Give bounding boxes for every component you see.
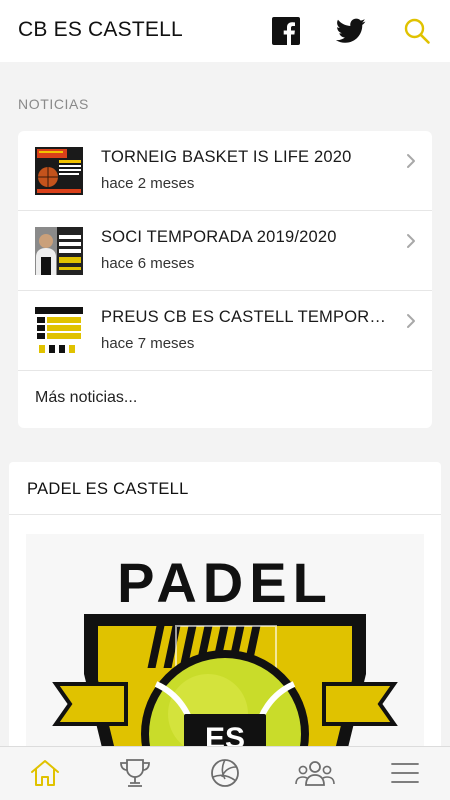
team-icon[interactable] <box>295 755 335 791</box>
padel-logo-text: PADEL <box>117 551 333 614</box>
news-thumbnail <box>35 307 83 355</box>
news-date: hace 2 meses <box>101 175 195 192</box>
news-item[interactable]: TORNEIG BASKET IS LIFE 2020 hace 2 meses <box>18 131 432 211</box>
trophy-icon[interactable] <box>115 755 155 791</box>
news-thumbnail <box>35 147 83 195</box>
news-date: hace 7 meses <box>101 335 195 352</box>
bottom-tab-bar <box>0 746 450 800</box>
menu-icon[interactable] <box>385 755 425 791</box>
news-thumbnail <box>35 227 83 275</box>
app-title: CB ES CASTELL <box>18 18 183 41</box>
facebook-icon[interactable] <box>271 16 301 46</box>
news-item[interactable]: PREUS CB ES CASTELL TEMPORADA 2019/2020 … <box>18 291 432 371</box>
volleyball-icon[interactable] <box>205 755 245 791</box>
divider <box>9 514 441 515</box>
home-icon[interactable] <box>25 755 65 791</box>
padel-card-title: PADEL ES CASTELL <box>27 480 189 498</box>
news-title: PREUS CB ES CASTELL TEMPORADA 2019/2020 <box>101 308 391 326</box>
news-section-label: NOTICIAS <box>18 96 89 112</box>
news-title: SOCI TEMPORADA 2019/2020 <box>101 228 337 246</box>
news-title: TORNEIG BASKET IS LIFE 2020 <box>101 148 352 166</box>
chevron-right-icon <box>407 154 415 168</box>
news-card: TORNEIG BASKET IS LIFE 2020 hace 2 meses… <box>18 131 432 428</box>
app-header: CB ES CASTELL <box>0 0 450 62</box>
chevron-right-icon <box>407 314 415 328</box>
padel-card: PADEL ES CASTELL PADEL ES <box>9 462 441 794</box>
search-icon[interactable] <box>402 16 432 46</box>
news-item[interactable]: SOCI TEMPORADA 2019/2020 hace 6 meses <box>18 211 432 291</box>
more-news-link[interactable]: Más noticias... <box>35 389 137 407</box>
twitter-icon[interactable] <box>336 16 366 46</box>
chevron-right-icon <box>407 234 415 248</box>
news-date: hace 6 meses <box>101 255 195 272</box>
